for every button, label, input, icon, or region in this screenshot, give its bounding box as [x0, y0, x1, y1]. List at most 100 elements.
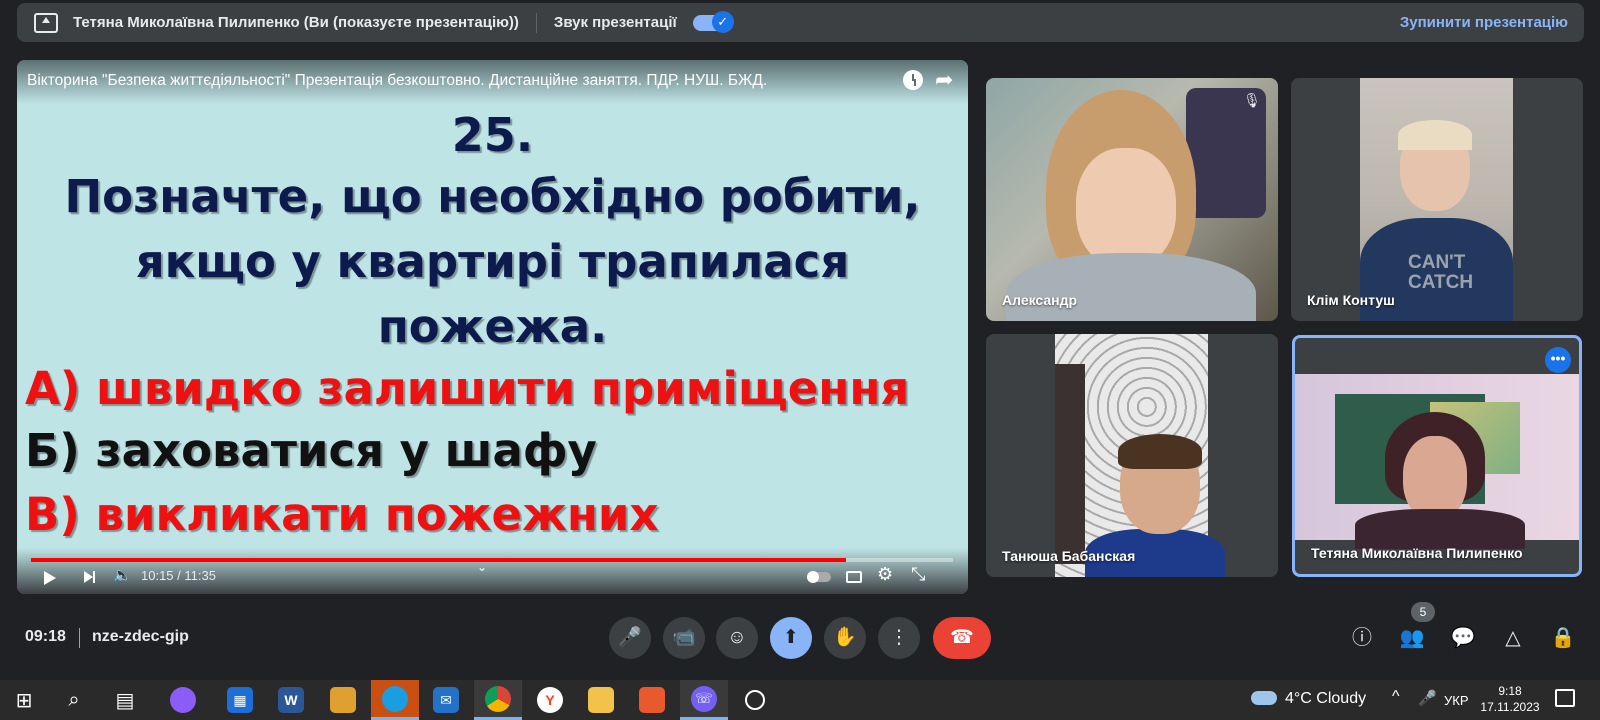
play-icon[interactable] — [44, 571, 56, 585]
mic-off-icon: 🎙 — [1243, 92, 1261, 108]
taskbar-app-word[interactable]: W — [267, 680, 315, 720]
participant-video — [1295, 374, 1579, 549]
taskbar-app-files[interactable] — [319, 680, 367, 720]
participant-body — [1355, 509, 1525, 549]
next-icon[interactable] — [84, 571, 95, 583]
participant-video: CAN'T CATCH — [1360, 78, 1513, 321]
yandex-icon: Y — [537, 687, 563, 713]
activities-button[interactable]: △ — [1497, 622, 1529, 654]
taskbar-app-store[interactable]: ▦ — [216, 680, 264, 720]
search-button[interactable]: ⌕ — [50, 680, 98, 720]
present-button[interactable]: ⬆ — [770, 617, 812, 659]
meeting-details-button[interactable]: ⓘ — [1346, 622, 1378, 654]
reactions-button[interactable]: ☺ — [716, 617, 758, 659]
task-view-button[interactable]: ▤ — [101, 680, 149, 720]
host-controls-button[interactable]: 🔒 — [1547, 622, 1579, 654]
participant-tile[interactable]: CAN'T CATCH Клім Контуш — [1291, 78, 1583, 321]
taskbar-app-chrome[interactable] — [474, 680, 522, 720]
microphone-icon: 🎤 — [618, 627, 642, 648]
start-button[interactable]: ⊞ — [0, 680, 48, 720]
language-indicator[interactable]: УКР — [1444, 693, 1469, 708]
info-icon: ⓘ — [1352, 627, 1372, 649]
presentation-sound-label: Звук презентації — [553, 14, 677, 31]
ring-icon — [745, 690, 765, 710]
participant-name: Александр — [1002, 292, 1078, 308]
slide-question-line-2: якщо у квартирі трапилася — [135, 235, 850, 288]
more-options-icon[interactable]: ••• — [1545, 347, 1571, 373]
participant-name: Танюша Бабанская — [1002, 548, 1136, 564]
weather-widget[interactable]: 4°C Cloudy — [1251, 690, 1366, 708]
clock-date: 17.11.2023 — [1480, 700, 1540, 714]
meeting-time: 09:18 — [25, 628, 66, 645]
participant-body — [1006, 253, 1256, 321]
notification-icon[interactable] — [1555, 689, 1575, 707]
taskbar-app-mail[interactable]: ✉ — [422, 680, 470, 720]
taskbar-app-explorer[interactable] — [577, 680, 625, 720]
background-door — [1055, 364, 1085, 564]
microphone-button[interactable]: 🎤 — [609, 617, 651, 659]
share-icon[interactable]: ➦ — [935, 67, 953, 93]
store-icon: ▦ — [227, 687, 253, 713]
check-icon: ✓ — [711, 10, 734, 33]
divider — [79, 628, 80, 648]
participant-hair — [1118, 434, 1202, 469]
taskbar-app-edge[interactable] — [371, 680, 419, 720]
alice-icon — [170, 687, 196, 713]
stop-presenting-button[interactable]: Зупинити презентацію — [1400, 14, 1568, 31]
shapes-icon: △ — [1505, 627, 1521, 649]
divider — [535, 12, 537, 33]
search-icon: ⌕ — [68, 688, 80, 711]
meeting-code: nze-zdec-gip — [92, 628, 189, 645]
people-count-badge: 5 — [1411, 602, 1435, 622]
chat-icon: 💬 — [1450, 627, 1476, 649]
chevron-up-icon[interactable]: ^ — [1392, 688, 1400, 706]
subtitles-icon[interactable] — [846, 571, 862, 583]
taskbar-app-other[interactable] — [731, 680, 779, 720]
windows-taskbar: ⊞ ⌕ ▤ ▦ W ✉ Y ☏ 4°C Cloudy ^ 🎤 УКР 9:18 … — [0, 680, 1600, 720]
slide-answer-c: В) викликати пожежних — [25, 488, 659, 541]
participant-video — [1055, 334, 1225, 577]
mail-icon: ✉ — [433, 687, 459, 713]
video-progress-fill — [31, 558, 847, 562]
volume-icon[interactable]: 🔈 — [113, 566, 132, 584]
emoji-icon: ☺ — [727, 627, 747, 648]
taskbar-app-viber[interactable]: ☏ — [680, 680, 728, 720]
presentation-sound-toggle[interactable]: ✓ — [692, 10, 734, 33]
task-view-icon: ▤ — [115, 689, 135, 712]
slide-question-line-3: пожежа. — [377, 300, 608, 353]
viber-icon: ☏ — [691, 685, 717, 712]
camera-button[interactable]: 📹 — [663, 617, 705, 659]
slide-number: 25. — [451, 108, 534, 162]
participant-name: Клім Контуш — [1307, 292, 1395, 308]
participant-tile[interactable]: 🎙 Александр — [986, 78, 1278, 321]
system-clock[interactable]: 9:18 17.11.2023 — [1480, 683, 1540, 715]
presentation-video[interactable]: Вікторина "Безпека життєдіяльності" През… — [17, 60, 968, 594]
chevron-down-icon[interactable]: ⌄ — [477, 560, 487, 574]
video-time: 10:15 / 11:35 — [141, 568, 216, 583]
taskbar-app-alice[interactable] — [159, 680, 207, 720]
raise-hand-button[interactable]: ✋ — [824, 617, 866, 659]
people-button[interactable]: 👥 — [1396, 622, 1428, 654]
autoplay-toggle[interactable] — [807, 571, 831, 583]
taskbar-app-office[interactable] — [628, 680, 676, 720]
chat-button[interactable]: 💬 — [1447, 622, 1479, 654]
leave-call-button[interactable]: ☎ — [933, 617, 991, 659]
video-title[interactable]: Вікторина "Безпека життєдіяльності" През… — [27, 72, 767, 90]
taskbar-app-yandex[interactable]: Y — [526, 680, 574, 720]
folder-icon — [588, 687, 614, 713]
gear-icon[interactable]: ⚙ — [877, 564, 893, 585]
watch-later-icon[interactable] — [903, 70, 923, 90]
participant-tile[interactable]: Танюша Бабанская — [986, 334, 1278, 577]
people-icon: 👥 — [1399, 627, 1425, 649]
microphone-icon[interactable]: 🎤 — [1418, 689, 1437, 707]
participant-name: Тетяна Миколаївна Пилипенко — [1311, 545, 1523, 561]
present-screen-icon — [34, 12, 58, 33]
hand-icon: ✋ — [833, 627, 857, 648]
video-progress-bar[interactable] — [31, 558, 953, 562]
more-options-button[interactable]: ⋮ — [878, 617, 920, 659]
office-icon — [639, 687, 665, 713]
participant-tile-active[interactable]: ••• Тетяна Миколаївна Пилипенко — [1292, 335, 1582, 577]
participant-face — [1076, 148, 1176, 268]
phone-hangup-icon: ☎ — [950, 627, 974, 648]
exit-fullscreen-icon[interactable]: ⤡ — [911, 564, 925, 585]
